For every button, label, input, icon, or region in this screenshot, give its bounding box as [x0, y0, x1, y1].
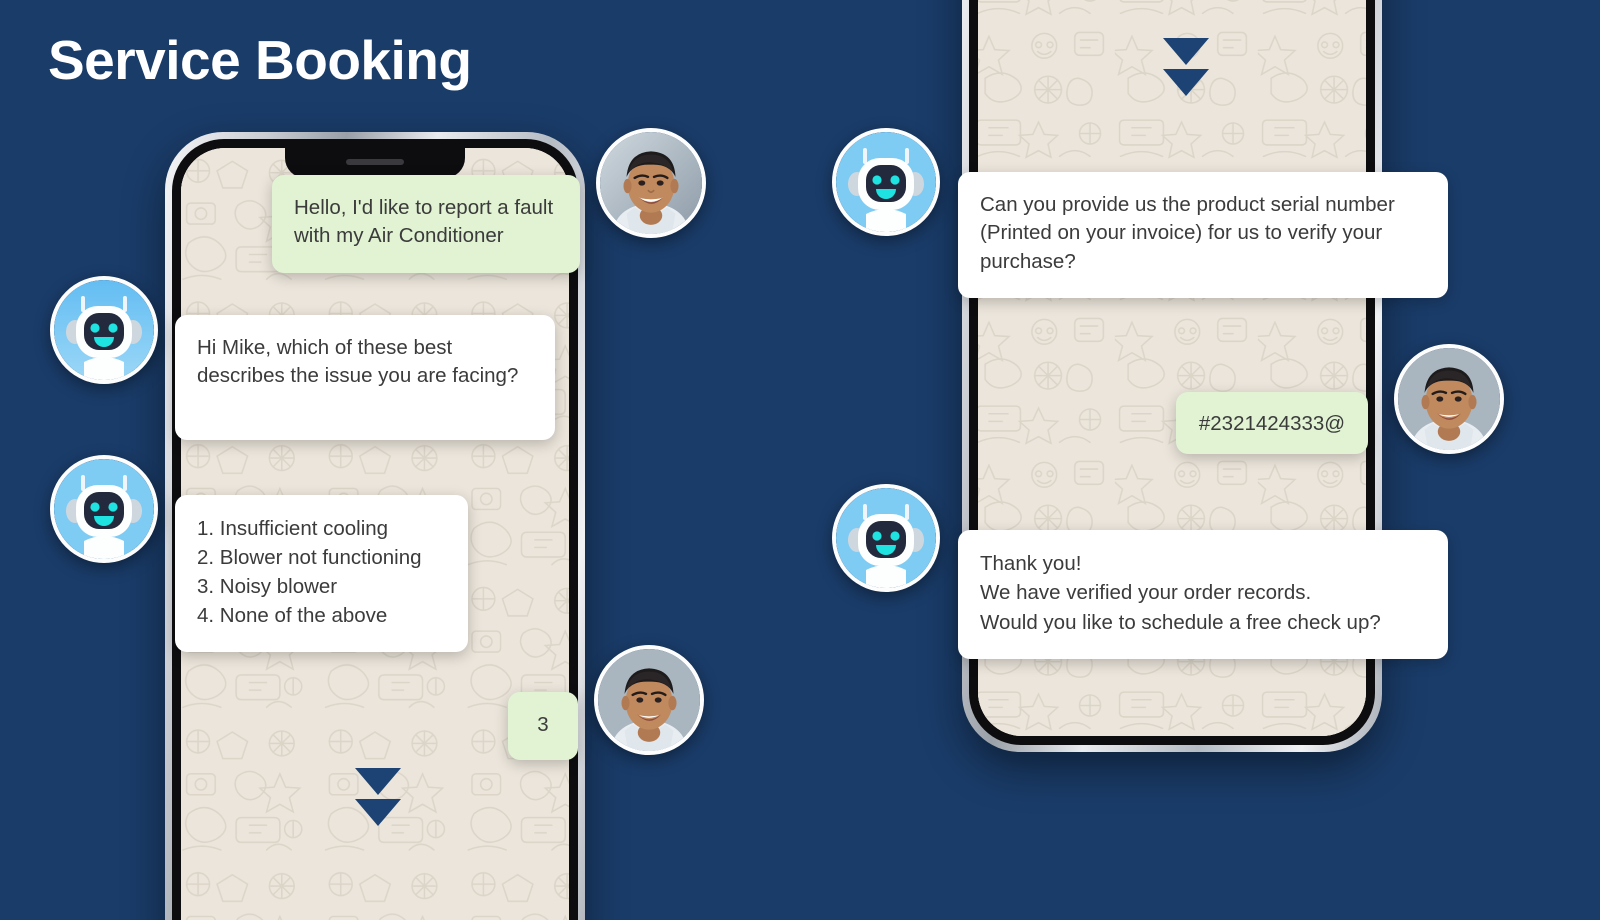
avatar-user — [1394, 344, 1504, 454]
chevron-down-icon — [355, 799, 401, 826]
avatar-bot — [50, 455, 158, 563]
chevron-down-icon — [355, 768, 401, 795]
scroll-down-indicator-left[interactable] — [355, 768, 401, 826]
message-bubble-outgoing-serial: #2321424333@ — [1176, 392, 1368, 454]
avatar-bot — [832, 128, 940, 236]
page-title: Service Booking — [48, 29, 472, 91]
message-bubble-outgoing-selection: 3 — [508, 692, 578, 760]
message-bubble-outgoing: Hello, I'd like to report a fault with m… — [272, 175, 580, 273]
scroll-down-indicator-right[interactable] — [1163, 38, 1209, 96]
chevron-down-icon — [1163, 38, 1209, 65]
slide-canvas: Service Booking Hello, I'd like to repor… — [0, 0, 1600, 920]
chevron-down-icon — [1163, 69, 1209, 96]
message-bubble-options-list: 1. Insufficient cooling 2. Blower not fu… — [175, 495, 468, 653]
avatar-user — [594, 645, 704, 755]
phone-speaker-left — [346, 159, 404, 165]
message-bubble-incoming: Hi Mike, which of these best describes t… — [175, 315, 555, 440]
avatar-bot — [832, 484, 940, 592]
avatar-bot — [50, 276, 158, 384]
avatar-user — [596, 128, 706, 238]
message-bubble-incoming: Can you provide us the product serial nu… — [958, 172, 1448, 298]
message-bubble-incoming-confirmation: Thank you! We have verified your order r… — [958, 530, 1448, 659]
